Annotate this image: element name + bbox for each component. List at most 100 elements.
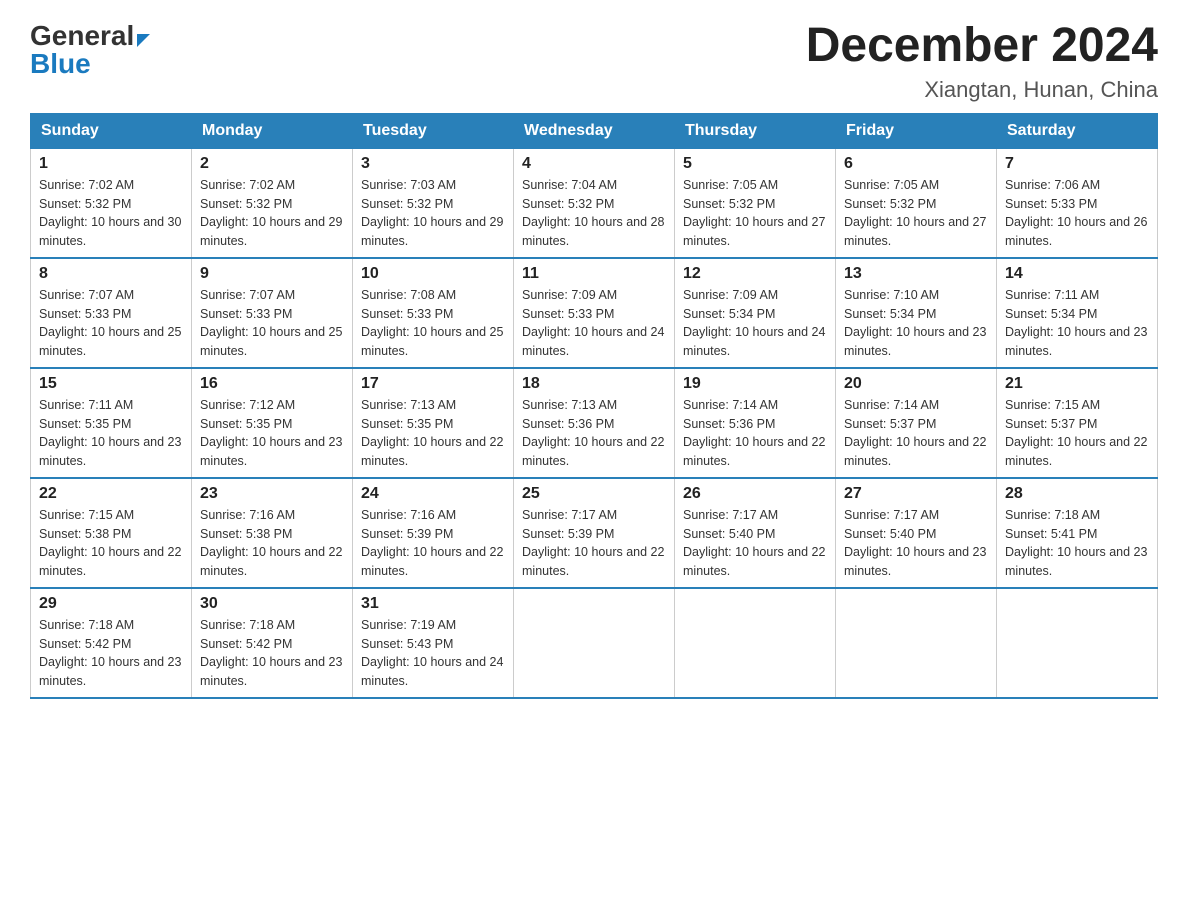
column-header-wednesday: Wednesday bbox=[514, 113, 675, 148]
day-number: 3 bbox=[361, 155, 505, 173]
calendar-cell: 9 Sunrise: 7:07 AM Sunset: 5:33 PM Dayli… bbox=[192, 258, 353, 368]
calendar-subtitle: Xiangtan, Hunan, China bbox=[806, 77, 1158, 103]
day-info: Sunrise: 7:12 AM Sunset: 5:35 PM Dayligh… bbox=[200, 396, 344, 471]
day-info: Sunrise: 7:11 AM Sunset: 5:35 PM Dayligh… bbox=[39, 396, 183, 471]
day-info: Sunrise: 7:16 AM Sunset: 5:39 PM Dayligh… bbox=[361, 506, 505, 581]
day-info: Sunrise: 7:18 AM Sunset: 5:41 PM Dayligh… bbox=[1005, 506, 1149, 581]
calendar-cell bbox=[675, 588, 836, 698]
day-number: 5 bbox=[683, 155, 827, 173]
title-section: December 2024 Xiangtan, Hunan, China bbox=[806, 20, 1158, 103]
day-info: Sunrise: 7:02 AM Sunset: 5:32 PM Dayligh… bbox=[200, 176, 344, 251]
calendar-cell bbox=[997, 588, 1158, 698]
day-info: Sunrise: 7:07 AM Sunset: 5:33 PM Dayligh… bbox=[200, 286, 344, 361]
day-number: 8 bbox=[39, 265, 183, 283]
day-info: Sunrise: 7:15 AM Sunset: 5:37 PM Dayligh… bbox=[1005, 396, 1149, 471]
calendar-cell: 17 Sunrise: 7:13 AM Sunset: 5:35 PM Dayl… bbox=[353, 368, 514, 478]
day-info: Sunrise: 7:15 AM Sunset: 5:38 PM Dayligh… bbox=[39, 506, 183, 581]
calendar-cell: 4 Sunrise: 7:04 AM Sunset: 5:32 PM Dayli… bbox=[514, 148, 675, 258]
day-info: Sunrise: 7:02 AM Sunset: 5:32 PM Dayligh… bbox=[39, 176, 183, 251]
day-info: Sunrise: 7:17 AM Sunset: 5:39 PM Dayligh… bbox=[522, 506, 666, 581]
calendar-cell: 22 Sunrise: 7:15 AM Sunset: 5:38 PM Dayl… bbox=[31, 478, 192, 588]
day-info: Sunrise: 7:05 AM Sunset: 5:32 PM Dayligh… bbox=[844, 176, 988, 251]
calendar-header-row: SundayMondayTuesdayWednesdayThursdayFrid… bbox=[31, 113, 1158, 148]
calendar-cell: 15 Sunrise: 7:11 AM Sunset: 5:35 PM Dayl… bbox=[31, 368, 192, 478]
day-number: 1 bbox=[39, 155, 183, 173]
day-number: 27 bbox=[844, 485, 988, 503]
calendar-cell: 14 Sunrise: 7:11 AM Sunset: 5:34 PM Dayl… bbox=[997, 258, 1158, 368]
day-info: Sunrise: 7:04 AM Sunset: 5:32 PM Dayligh… bbox=[522, 176, 666, 251]
day-number: 23 bbox=[200, 485, 344, 503]
day-number: 29 bbox=[39, 595, 183, 613]
day-info: Sunrise: 7:17 AM Sunset: 5:40 PM Dayligh… bbox=[844, 506, 988, 581]
calendar-cell: 23 Sunrise: 7:16 AM Sunset: 5:38 PM Dayl… bbox=[192, 478, 353, 588]
logo-blue-text: Blue bbox=[30, 48, 91, 79]
day-info: Sunrise: 7:10 AM Sunset: 5:34 PM Dayligh… bbox=[844, 286, 988, 361]
day-info: Sunrise: 7:13 AM Sunset: 5:35 PM Dayligh… bbox=[361, 396, 505, 471]
day-info: Sunrise: 7:09 AM Sunset: 5:33 PM Dayligh… bbox=[522, 286, 666, 361]
day-info: Sunrise: 7:08 AM Sunset: 5:33 PM Dayligh… bbox=[361, 286, 505, 361]
calendar-cell: 5 Sunrise: 7:05 AM Sunset: 5:32 PM Dayli… bbox=[675, 148, 836, 258]
day-number: 11 bbox=[522, 265, 666, 283]
calendar-cell: 28 Sunrise: 7:18 AM Sunset: 5:41 PM Dayl… bbox=[997, 478, 1158, 588]
calendar-cell: 2 Sunrise: 7:02 AM Sunset: 5:32 PM Dayli… bbox=[192, 148, 353, 258]
day-number: 17 bbox=[361, 375, 505, 393]
logo: General Blue bbox=[30, 20, 150, 80]
calendar-cell: 29 Sunrise: 7:18 AM Sunset: 5:42 PM Dayl… bbox=[31, 588, 192, 698]
day-info: Sunrise: 7:07 AM Sunset: 5:33 PM Dayligh… bbox=[39, 286, 183, 361]
calendar-week-4: 22 Sunrise: 7:15 AM Sunset: 5:38 PM Dayl… bbox=[31, 478, 1158, 588]
day-info: Sunrise: 7:03 AM Sunset: 5:32 PM Dayligh… bbox=[361, 176, 505, 251]
day-number: 25 bbox=[522, 485, 666, 503]
day-number: 30 bbox=[200, 595, 344, 613]
column-header-monday: Monday bbox=[192, 113, 353, 148]
calendar-title: December 2024 bbox=[806, 20, 1158, 73]
day-number: 14 bbox=[1005, 265, 1149, 283]
calendar-cell: 10 Sunrise: 7:08 AM Sunset: 5:33 PM Dayl… bbox=[353, 258, 514, 368]
calendar-week-1: 1 Sunrise: 7:02 AM Sunset: 5:32 PM Dayli… bbox=[31, 148, 1158, 258]
day-info: Sunrise: 7:18 AM Sunset: 5:42 PM Dayligh… bbox=[39, 616, 183, 691]
calendar-cell: 19 Sunrise: 7:14 AM Sunset: 5:36 PM Dayl… bbox=[675, 368, 836, 478]
calendar-cell: 18 Sunrise: 7:13 AM Sunset: 5:36 PM Dayl… bbox=[514, 368, 675, 478]
calendar-cell bbox=[836, 588, 997, 698]
day-info: Sunrise: 7:18 AM Sunset: 5:42 PM Dayligh… bbox=[200, 616, 344, 691]
day-number: 26 bbox=[683, 485, 827, 503]
day-number: 20 bbox=[844, 375, 988, 393]
calendar-cell: 16 Sunrise: 7:12 AM Sunset: 5:35 PM Dayl… bbox=[192, 368, 353, 478]
day-info: Sunrise: 7:05 AM Sunset: 5:32 PM Dayligh… bbox=[683, 176, 827, 251]
calendar-cell: 1 Sunrise: 7:02 AM Sunset: 5:32 PM Dayli… bbox=[31, 148, 192, 258]
day-info: Sunrise: 7:11 AM Sunset: 5:34 PM Dayligh… bbox=[1005, 286, 1149, 361]
calendar-cell: 27 Sunrise: 7:17 AM Sunset: 5:40 PM Dayl… bbox=[836, 478, 997, 588]
calendar-cell: 30 Sunrise: 7:18 AM Sunset: 5:42 PM Dayl… bbox=[192, 588, 353, 698]
calendar-cell: 31 Sunrise: 7:19 AM Sunset: 5:43 PM Dayl… bbox=[353, 588, 514, 698]
day-number: 9 bbox=[200, 265, 344, 283]
calendar-table: SundayMondayTuesdayWednesdayThursdayFrid… bbox=[30, 113, 1158, 699]
day-number: 12 bbox=[683, 265, 827, 283]
column-header-tuesday: Tuesday bbox=[353, 113, 514, 148]
day-info: Sunrise: 7:14 AM Sunset: 5:36 PM Dayligh… bbox=[683, 396, 827, 471]
calendar-cell: 20 Sunrise: 7:14 AM Sunset: 5:37 PM Dayl… bbox=[836, 368, 997, 478]
day-number: 6 bbox=[844, 155, 988, 173]
calendar-cell: 3 Sunrise: 7:03 AM Sunset: 5:32 PM Dayli… bbox=[353, 148, 514, 258]
day-number: 10 bbox=[361, 265, 505, 283]
day-number: 19 bbox=[683, 375, 827, 393]
day-number: 24 bbox=[361, 485, 505, 503]
calendar-cell bbox=[514, 588, 675, 698]
day-number: 7 bbox=[1005, 155, 1149, 173]
calendar-cell: 25 Sunrise: 7:17 AM Sunset: 5:39 PM Dayl… bbox=[514, 478, 675, 588]
day-number: 18 bbox=[522, 375, 666, 393]
page-header: General Blue December 2024 Xiangtan, Hun… bbox=[30, 20, 1158, 103]
day-info: Sunrise: 7:14 AM Sunset: 5:37 PM Dayligh… bbox=[844, 396, 988, 471]
calendar-cell: 26 Sunrise: 7:17 AM Sunset: 5:40 PM Dayl… bbox=[675, 478, 836, 588]
day-number: 28 bbox=[1005, 485, 1149, 503]
day-number: 16 bbox=[200, 375, 344, 393]
day-number: 13 bbox=[844, 265, 988, 283]
day-number: 2 bbox=[200, 155, 344, 173]
column-header-saturday: Saturday bbox=[997, 113, 1158, 148]
day-number: 21 bbox=[1005, 375, 1149, 393]
day-number: 31 bbox=[361, 595, 505, 613]
day-info: Sunrise: 7:19 AM Sunset: 5:43 PM Dayligh… bbox=[361, 616, 505, 691]
calendar-cell: 12 Sunrise: 7:09 AM Sunset: 5:34 PM Dayl… bbox=[675, 258, 836, 368]
calendar-cell: 13 Sunrise: 7:10 AM Sunset: 5:34 PM Dayl… bbox=[836, 258, 997, 368]
calendar-week-5: 29 Sunrise: 7:18 AM Sunset: 5:42 PM Dayl… bbox=[31, 588, 1158, 698]
calendar-cell: 6 Sunrise: 7:05 AM Sunset: 5:32 PM Dayli… bbox=[836, 148, 997, 258]
calendar-cell: 7 Sunrise: 7:06 AM Sunset: 5:33 PM Dayli… bbox=[997, 148, 1158, 258]
